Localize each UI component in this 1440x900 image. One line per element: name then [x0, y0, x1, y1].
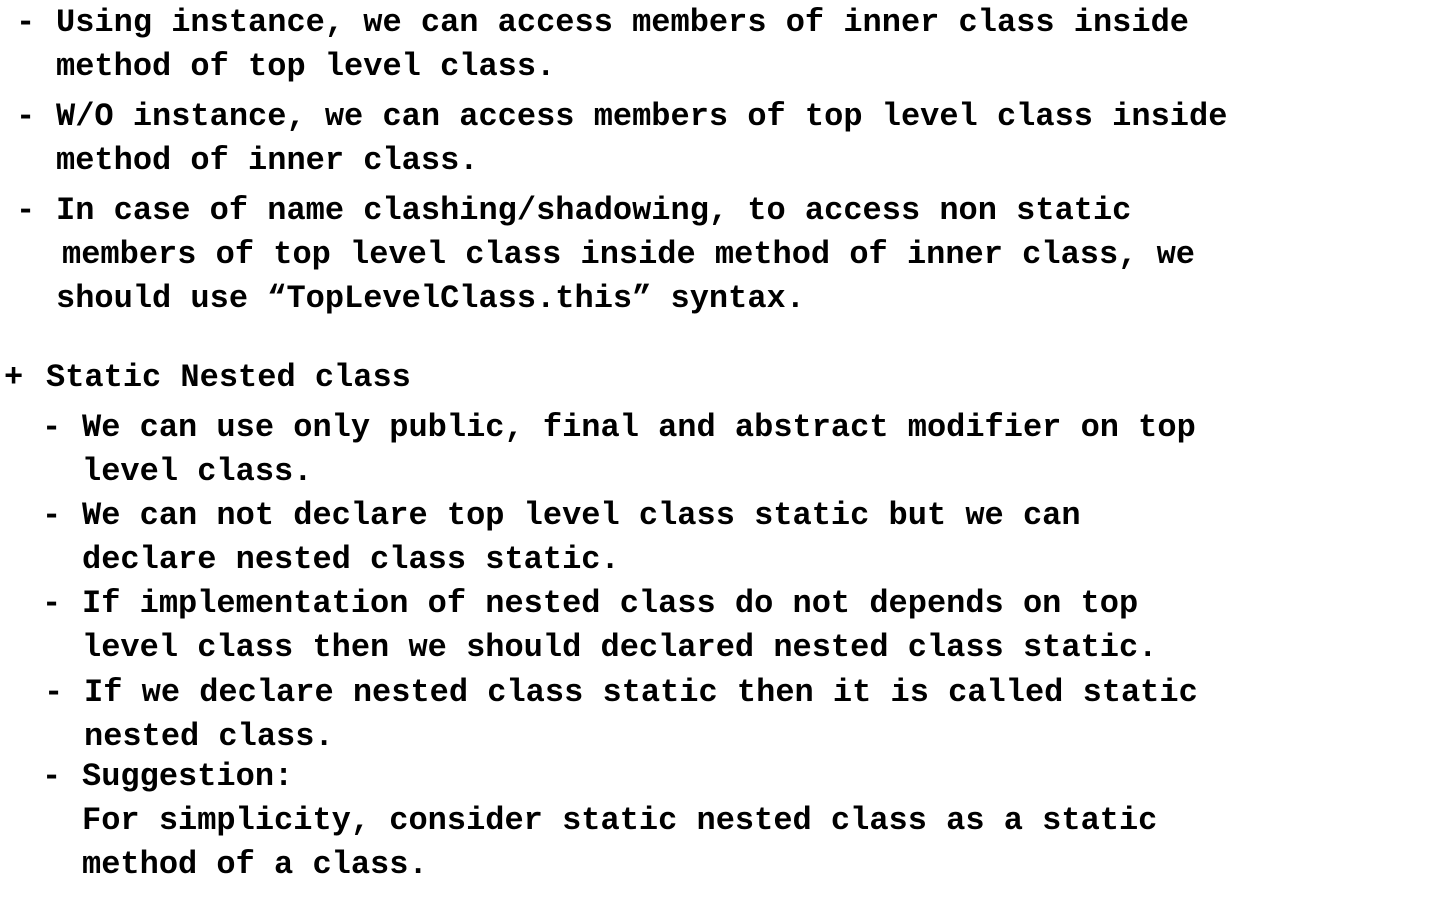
bullet-text-line: should use “TopLevelClass.this” syntax.: [56, 280, 805, 317]
bullet-text-line: level class.: [82, 453, 313, 490]
bullet-text-line: If we declare nested class static then i…: [84, 674, 1198, 711]
bullet-text-line: members of top level class inside method…: [62, 236, 1195, 273]
section-marker: +: [4, 359, 24, 396]
bullet-text-line: method of top level class.: [56, 48, 556, 85]
bullet-marker: -: [42, 585, 62, 622]
bullet-marker: -: [16, 98, 36, 135]
bullet-text-line: Suggestion:: [82, 758, 294, 795]
bullet-text-line: For simplicity, consider static nested c…: [82, 802, 1158, 839]
bullet-text-line: nested class.: [84, 718, 334, 755]
bullet-text-line: We can use only public, final and abstra…: [82, 409, 1196, 446]
bullet-marker: -: [42, 409, 62, 446]
bullet-marker: -: [16, 192, 36, 229]
bullet-text-line: W/O instance, we can access members of t…: [56, 98, 1228, 135]
bullet-text-line: method of inner class.: [56, 142, 479, 179]
slide-content: - Using instance, we can access members …: [0, 0, 1440, 900]
bullet-text-line: Using instance, we can access members of…: [56, 4, 1189, 41]
section-heading-text: Static Nested class: [46, 359, 411, 396]
bullet-text-line: level class then we should declared nest…: [82, 629, 1158, 666]
bullet-marker: -: [44, 674, 64, 711]
bullet-text-line: We can not declare top level class stati…: [82, 497, 1081, 534]
bullet-text-line: In case of name clashing/shadowing, to a…: [56, 192, 1132, 229]
bullet-text-line: method of a class.: [82, 846, 428, 883]
bullet-marker: -: [42, 758, 62, 795]
bullet-marker: -: [42, 497, 62, 534]
bullet-text-line: declare nested class static.: [82, 541, 620, 578]
bullet-marker: -: [16, 4, 36, 41]
bullet-text-line: If implementation of nested class do not…: [82, 585, 1139, 622]
